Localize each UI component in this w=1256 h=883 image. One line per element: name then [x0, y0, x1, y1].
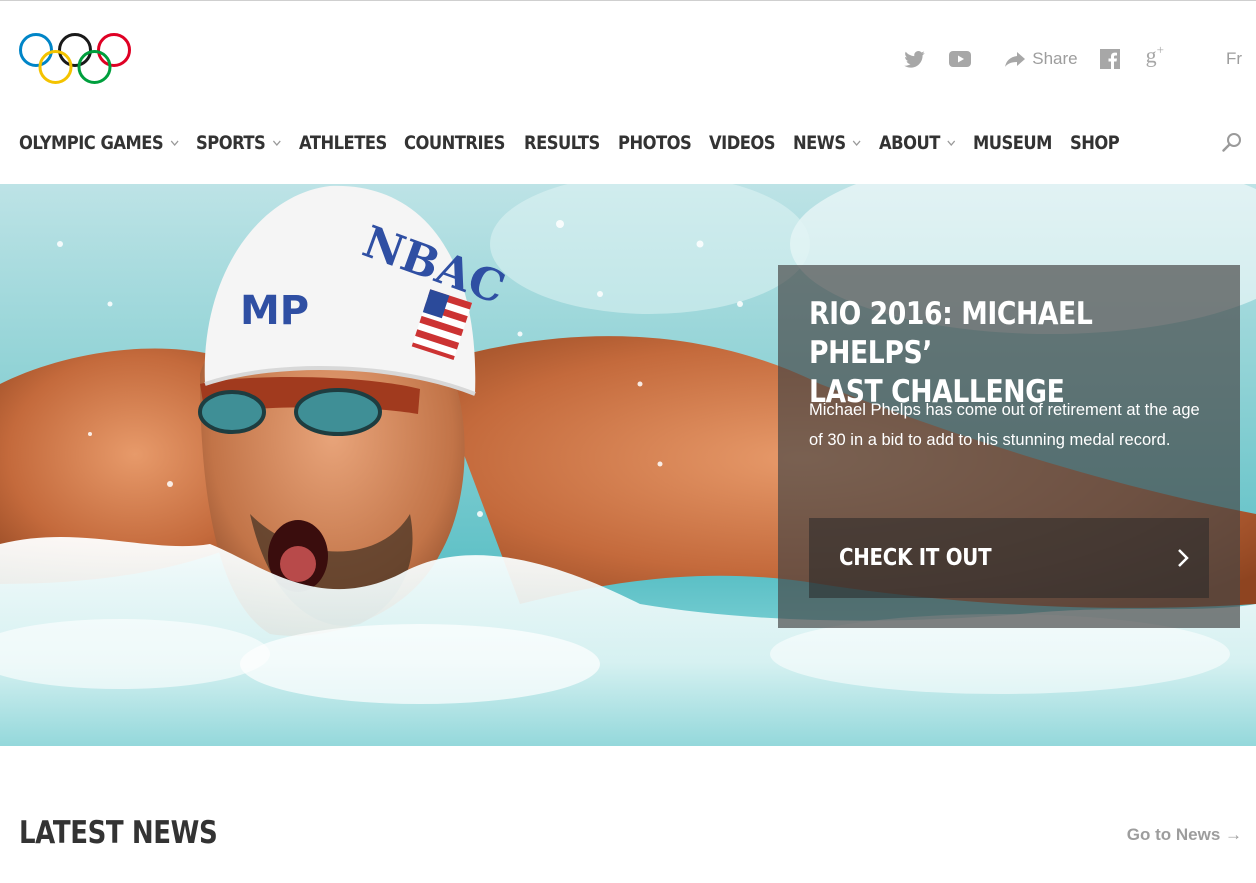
- nav-item-label: VIDEOS: [708, 132, 776, 154]
- nav-item-olympic-games[interactable]: OLYMPIC GAMES: [19, 132, 179, 154]
- nav-item-athletes[interactable]: ATHLETES: [299, 132, 387, 154]
- nav-item-results[interactable]: RESULTS: [524, 132, 600, 154]
- check-it-out-button[interactable]: CHECK IT OUT: [809, 518, 1209, 598]
- language-switch-fr[interactable]: Fr: [1226, 49, 1242, 69]
- nav-item-videos[interactable]: VIDEOS: [708, 132, 776, 154]
- share-button[interactable]: Share: [1005, 49, 1078, 69]
- chevron-down-icon: [272, 140, 281, 147]
- nav-item-museum[interactable]: MUSEUM: [973, 132, 1052, 154]
- check-it-out-label: CHECK IT OUT: [839, 545, 992, 571]
- nav-item-label: COUNTRIES: [404, 132, 506, 154]
- nav-item-sports[interactable]: SPORTS: [196, 132, 281, 154]
- social-bar: Share g+ Fr: [904, 43, 1242, 74]
- share-arrow-icon: [1005, 51, 1026, 67]
- nav-item-about[interactable]: ABOUT: [879, 132, 955, 154]
- nav-item-label: ATHLETES: [298, 132, 387, 154]
- nav-item-shop[interactable]: SHOP: [1069, 132, 1120, 154]
- nav-item-label: MUSEUM: [972, 132, 1052, 154]
- chevron-down-icon: [170, 140, 179, 147]
- nav-item-label: PHOTOS: [617, 132, 692, 154]
- cap-mp-logo: MP: [240, 288, 309, 334]
- nav-item-photos[interactable]: PHOTOS: [617, 132, 692, 154]
- nav-item-label: RESULTS: [523, 132, 600, 154]
- hero-description: Michael Phelps has come out of retiremen…: [809, 401, 1200, 449]
- olympic-rings-logo[interactable]: [18, 32, 134, 88]
- chevron-down-icon: [852, 140, 861, 147]
- hero-title-line1: RIO 2016: MICHAEL PHELPS’: [809, 296, 1093, 371]
- nav-item-countries[interactable]: COUNTRIES: [404, 132, 505, 154]
- google-plus-icon[interactable]: g+: [1146, 43, 1164, 66]
- latest-news-heading: LATEST NEWS: [19, 815, 218, 851]
- nav-item-label: NEWS: [792, 132, 846, 154]
- share-label: Share: [1032, 49, 1078, 68]
- facebook-icon[interactable]: [1099, 49, 1120, 69]
- search-icon[interactable]: [1222, 132, 1242, 157]
- main-nav: OLYMPIC GAMES SPORTS ATHLETES COUNTRIES RESU…: [19, 128, 1120, 158]
- nav-item-label: ABOUT: [878, 132, 940, 154]
- hero-banner[interactable]: MP NBAC RIO 2016: MICHAEL PHELPS’ LAST C: [0, 184, 1256, 746]
- nav-item-label: OLYMPIC GAMES: [19, 132, 164, 154]
- chevron-right-icon: [1177, 548, 1189, 573]
- twitter-icon[interactable]: [904, 50, 925, 68]
- nav-item-label: SHOP: [1069, 132, 1120, 154]
- top-border: [0, 0, 1256, 1]
- youtube-icon[interactable]: [949, 51, 972, 67]
- go-to-news-link[interactable]: Go to News →: [1127, 825, 1242, 845]
- nav-item-news[interactable]: NEWS: [793, 132, 861, 154]
- chevron-down-icon: [947, 140, 956, 147]
- hero-caption-panel: RIO 2016: MICHAEL PHELPS’ LAST CHALLENGE…: [778, 265, 1240, 628]
- nav-item-label: SPORTS: [196, 132, 266, 154]
